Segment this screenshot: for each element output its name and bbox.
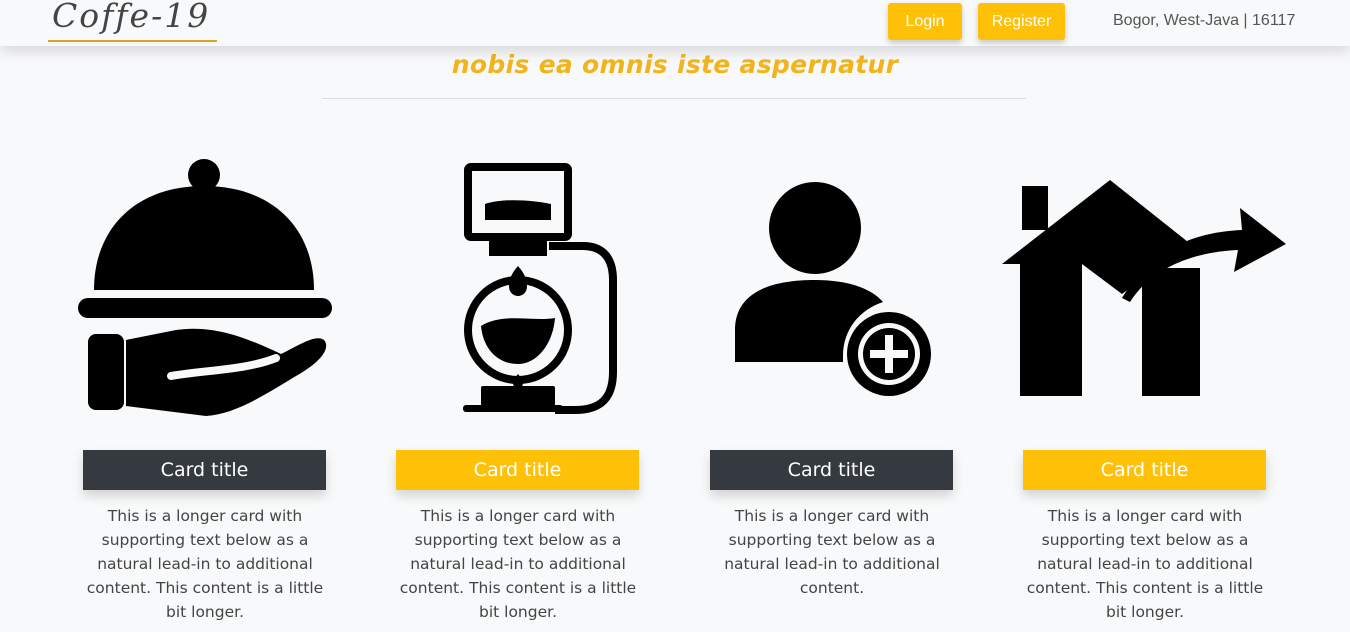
card-text: This is a longer card with supporting te…: [399, 507, 637, 621]
login-button[interactable]: Login: [888, 3, 962, 40]
card-text: This is a longer card with supporting te…: [1026, 507, 1264, 621]
card-house: Card title This is a longer card with su…: [1000, 150, 1300, 630]
card-serving: Card title This is a longer card with su…: [60, 150, 360, 630]
card-siphon: Card title This is a longer card with su…: [373, 150, 673, 630]
card-text: This is a longer card with supporting te…: [724, 507, 940, 597]
brand-logo[interactable]: Coffe-19: [48, 0, 217, 42]
register-button[interactable]: Register: [978, 3, 1065, 40]
serving-tray-hand-icon: [78, 159, 332, 416]
card-add-user: Card title This is a longer card with su…: [687, 150, 987, 630]
siphon-coffee-maker-icon: [463, 163, 617, 414]
card-title: Card title: [1023, 450, 1266, 490]
add-user-icon: [735, 182, 931, 396]
navbar: Coffe-19 Login Register Bogor, West-Java…: [0, 0, 1350, 46]
card-title: Card title: [396, 450, 639, 490]
section-heading: nobis ea omnis iste aspernatur: [451, 50, 899, 79]
card-text: This is a longer card with supporting te…: [86, 507, 324, 621]
house-exit-arrow-icon: [1002, 180, 1286, 396]
address-text: Bogor, West-Java | 16117: [1113, 12, 1296, 29]
card-title: Card title: [710, 450, 953, 490]
card-title: Card title: [83, 450, 326, 490]
heading-divider: [322, 98, 1026, 99]
